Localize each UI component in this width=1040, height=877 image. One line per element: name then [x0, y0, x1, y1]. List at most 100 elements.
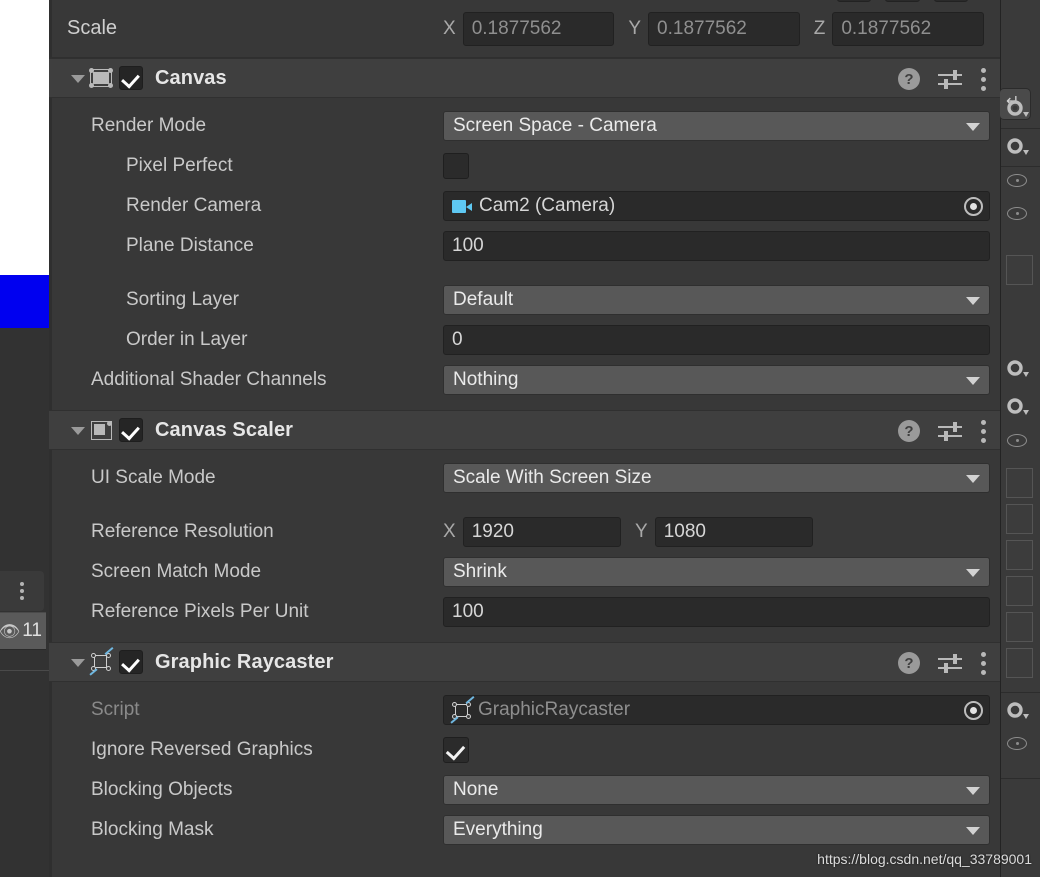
row-label: Sorting Layer — [126, 289, 240, 310]
foldout-arrow-icon[interactable] — [67, 419, 89, 441]
chevron-down-icon — [966, 827, 980, 835]
right-box-field[interactable] — [1006, 648, 1033, 678]
additional-shader-channels-dropdown[interactable]: Nothing — [443, 365, 990, 395]
gear-icon[interactable] — [1005, 700, 1031, 722]
render-camera-object-field[interactable]: Cam2 (Camera) — [443, 191, 990, 221]
kebab-menu-icon[interactable] — [980, 651, 986, 675]
foldout-arrow-icon[interactable] — [67, 67, 89, 89]
component-enabled-checkbox[interactable] — [119, 650, 143, 674]
dropdown-value: Scale With Screen Size — [453, 467, 652, 488]
scale-z-input[interactable]: 0.1877562 — [832, 12, 984, 46]
field-area: Default — [443, 280, 990, 320]
blocking-objects-dropdown[interactable]: None — [443, 775, 990, 805]
preset-icon[interactable] — [938, 68, 962, 90]
right-divider — [1001, 778, 1040, 779]
right-box-field[interactable] — [1006, 504, 1033, 534]
right-box-field[interactable] — [1006, 540, 1033, 570]
preset-icon[interactable] — [938, 420, 962, 442]
field-area: Nothing — [443, 360, 990, 400]
chevron-down-icon — [966, 787, 980, 795]
right-box-field[interactable] — [1006, 468, 1033, 498]
row-label: Blocking Objects — [91, 779, 233, 800]
script-object-field: GraphicRaycaster — [443, 695, 990, 725]
dropdown-value: Everything — [453, 819, 543, 840]
dropdown-value: Shrink — [453, 561, 507, 582]
ignore-reversed-graphics-checkbox[interactable] — [443, 737, 469, 763]
render-mode-dropdown[interactable]: Screen Space - Camera — [443, 111, 990, 141]
chevron-down-icon — [966, 297, 980, 305]
blocking-mask-dropdown[interactable]: Everything — [443, 815, 990, 845]
right-box-field[interactable] — [1006, 576, 1033, 606]
row-label: UI Scale Mode — [91, 467, 216, 488]
sorting-layer-dropdown[interactable]: Default — [443, 285, 990, 315]
toggle-oval-icon[interactable] — [1007, 737, 1027, 750]
visibility-count-badge[interactable]: 👁 11 — [0, 612, 46, 650]
object-picker-icon[interactable] — [964, 197, 983, 216]
dropdown-value: Default — [453, 289, 514, 310]
header-tools: ? — [898, 643, 986, 683]
component-header-canvas[interactable]: Canvas ? — [49, 58, 1000, 98]
field-area: None — [443, 770, 990, 810]
row-label: Order in Layer — [126, 329, 248, 350]
component-header-canvas-scaler[interactable]: Canvas Scaler ? — [49, 410, 1000, 450]
reference-resolution-y-input[interactable]: 1080 — [654, 517, 813, 547]
chevron-down-icon — [966, 475, 980, 483]
plane-distance-input[interactable]: 100 — [443, 231, 990, 261]
scale-x-input[interactable]: 0.1877562 — [462, 12, 615, 46]
scale-y-input[interactable]: 0.1877562 — [648, 12, 800, 46]
row-label: Reference Resolution — [91, 521, 274, 542]
gear-icon[interactable] — [1005, 358, 1031, 380]
field-area: Cam2 (Camera) — [443, 186, 990, 226]
row-ignore-reversed-graphics: Ignore Reversed Graphics — [49, 730, 1000, 770]
help-icon[interactable]: ? — [898, 68, 920, 90]
field-area: 0 — [443, 320, 990, 360]
row-additional-shader-channels: Additional Shader Channels Nothing — [49, 360, 1000, 400]
kebab-menu-icon[interactable] — [980, 67, 986, 91]
row-blocking-mask: Blocking Mask Everything — [49, 810, 1000, 850]
graphic-raycaster-icon — [89, 647, 115, 676]
graphic-raycaster-icon — [450, 695, 475, 724]
right-divider — [1001, 128, 1040, 129]
row-label: Reference Pixels Per Unit — [91, 601, 309, 622]
field-area — [443, 730, 990, 770]
help-icon[interactable]: ? — [898, 420, 920, 442]
reference-resolution-vector2: X 1920 Y 1080 — [443, 517, 813, 547]
object-picker-icon[interactable] — [964, 701, 983, 720]
pixel-perfect-checkbox[interactable] — [443, 153, 469, 179]
gear-icon[interactable] — [1005, 396, 1031, 418]
screen-match-mode-dropdown[interactable]: Shrink — [443, 557, 990, 587]
component-header-graphic-raycaster[interactable]: Graphic Raycaster ? — [49, 642, 1000, 682]
kebab-menu-icon[interactable] — [980, 419, 986, 443]
row-ui-scale-mode: UI Scale Mode Scale With Screen Size — [49, 458, 1000, 498]
gear-icon[interactable] — [1005, 98, 1031, 120]
toggle-oval-icon[interactable] — [1007, 434, 1027, 447]
chevron-down-icon — [966, 123, 980, 131]
row-pixel-perfect: Pixel Perfect — [49, 146, 1000, 186]
foldout-arrow-icon[interactable] — [67, 651, 89, 673]
axis-label-y: Y — [635, 521, 648, 542]
order-in-layer-input[interactable]: 0 — [443, 325, 990, 355]
ui-scale-mode-dropdown[interactable]: Scale With Screen Size — [443, 463, 990, 493]
clipped-rotation-fields — [837, 0, 968, 2]
axis-label-x: X — [443, 521, 456, 542]
axis-label-z: Z — [813, 18, 826, 39]
field-area: 100 — [443, 226, 990, 266]
component-enabled-checkbox[interactable] — [119, 66, 143, 90]
preset-icon[interactable] — [938, 652, 962, 674]
right-box-field[interactable] — [1006, 612, 1033, 642]
right-divider — [1001, 166, 1040, 167]
component-enabled-checkbox[interactable] — [119, 418, 143, 442]
row-sorting-layer: Sorting Layer Default — [49, 280, 1000, 320]
gear-icon[interactable] — [1005, 136, 1031, 158]
reference-pixels-per-unit-input[interactable]: 100 — [443, 597, 990, 627]
toggle-oval-icon[interactable] — [1007, 207, 1027, 220]
left-white-region — [0, 0, 49, 275]
row-label: Pixel Perfect — [126, 155, 233, 176]
help-icon[interactable]: ? — [898, 652, 920, 674]
toggle-oval-icon[interactable] — [1007, 174, 1027, 187]
reference-resolution-x-input[interactable]: 1920 — [462, 517, 621, 547]
right-box-field[interactable] — [1006, 255, 1033, 285]
eye-slash-icon: 👁 — [0, 621, 21, 641]
left-kebab-menu-button[interactable] — [0, 571, 44, 611]
chevron-down-icon — [966, 377, 980, 385]
